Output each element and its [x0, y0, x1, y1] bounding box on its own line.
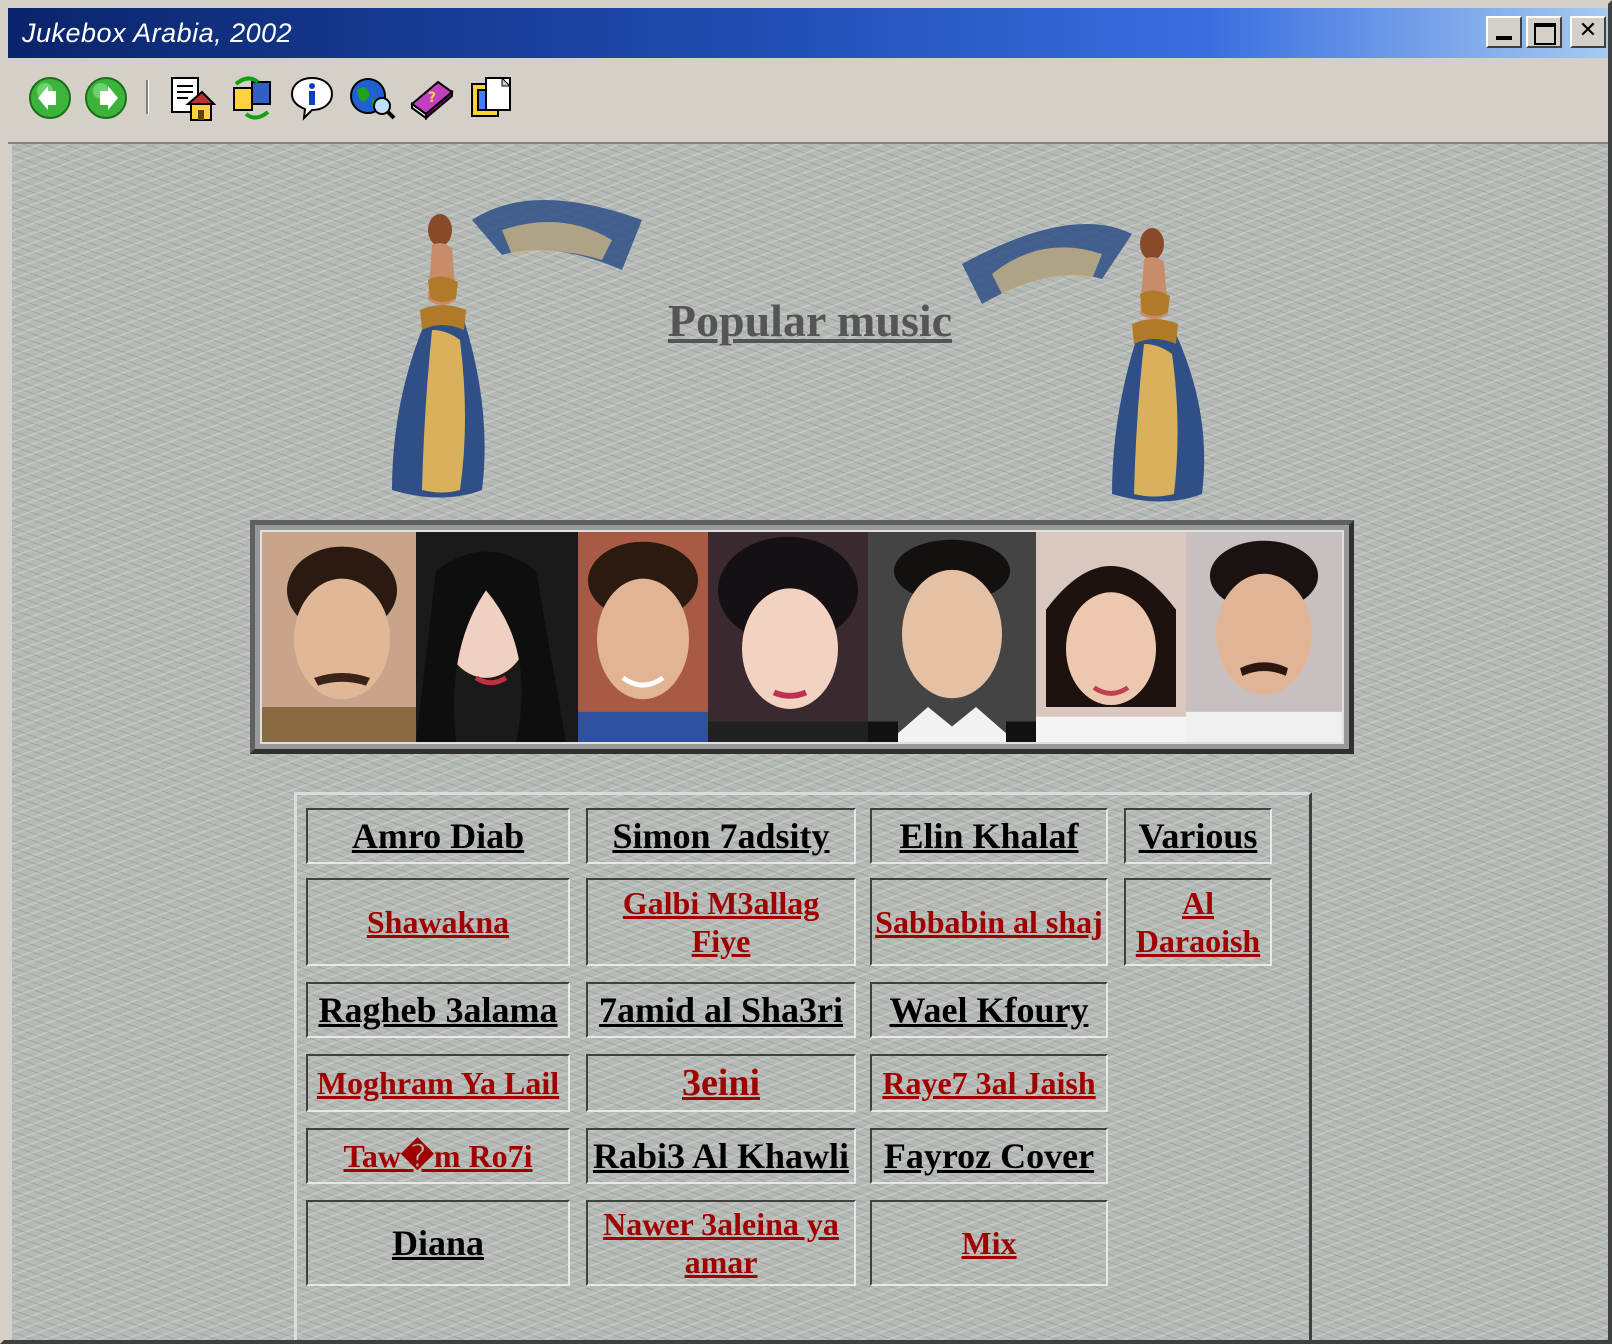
song-cell[interactable]: Mix: [870, 1200, 1108, 1286]
artist-photo-1: [262, 532, 416, 742]
song-cell[interactable]: Sabbabin al shaj: [870, 878, 1108, 966]
song-cell[interactable]: Moghram Ya Lail: [306, 1054, 570, 1112]
toolbar-separator: [146, 80, 149, 114]
song-cell[interactable]: Raye7 3al Jaish: [870, 1054, 1108, 1112]
back-arrow-icon: [29, 77, 71, 119]
artist-cell[interactable]: Wael Kfoury: [870, 982, 1108, 1038]
artist-link[interactable]: Rabi3 Al Khawli: [593, 1137, 849, 1175]
browser-window: Jukebox Arabia, 2002 ✕ ? Popular music A…: [0, 0, 1612, 1344]
song-cell[interactable]: Galbi M3allag Fiye: [586, 878, 856, 966]
artist-cell[interactable]: Rabi3 Al Khawli: [586, 1128, 856, 1184]
help-book-icon: ?: [410, 80, 454, 121]
song-cell[interactable]: Nawer 3aleina ya amar: [586, 1200, 856, 1286]
artist-link[interactable]: Fayroz Cover: [884, 1137, 1094, 1175]
back-button[interactable]: [26, 74, 74, 122]
song-link[interactable]: 3eini: [682, 1064, 760, 1102]
close-icon: ✕: [1578, 18, 1598, 43]
artist-cell[interactable]: Ragheb 3alama: [306, 982, 570, 1038]
globe-search-icon: [350, 78, 396, 120]
svg-text:?: ?: [428, 90, 436, 106]
song-link[interactable]: Taw�m Ro7i: [344, 1137, 533, 1175]
artist-link[interactable]: Simon 7adsity: [612, 817, 829, 855]
window-title: Jukebox Arabia, 2002: [22, 18, 293, 48]
forward-arrow-icon: [85, 77, 127, 119]
artist-cell[interactable]: Elin Khalaf: [870, 808, 1108, 864]
help-button[interactable]: ?: [408, 74, 456, 122]
document-frame-icon: [471, 76, 512, 117]
song-link[interactable]: Galbi M3allag Fiye: [588, 884, 854, 960]
artist-cell[interactable]: Diana: [306, 1200, 570, 1286]
artist-cell[interactable]: Simon 7adsity: [586, 808, 856, 864]
properties-button[interactable]: [468, 74, 516, 122]
artist-link[interactable]: Diana: [392, 1224, 484, 1262]
minimize-button[interactable]: [1486, 16, 1522, 48]
belly-dancer-image-right: [962, 224, 1205, 502]
song-link[interactable]: Moghram Ya Lail: [317, 1064, 559, 1102]
maximize-button[interactable]: [1526, 16, 1562, 48]
artist-cell[interactable]: Various: [1124, 808, 1272, 864]
artist-link[interactable]: 7amid al Sha3ri: [599, 991, 843, 1029]
song-link[interactable]: Al Daraoish: [1126, 884, 1270, 960]
forward-button[interactable]: [82, 74, 130, 122]
song-cell[interactable]: Shawakna: [306, 878, 570, 966]
artist-photo-6: [1036, 532, 1186, 742]
song-cell[interactable]: 3eini: [586, 1054, 856, 1112]
toolbar: ?: [8, 58, 1608, 144]
close-button[interactable]: ✕: [1570, 16, 1606, 48]
title-bar[interactable]: Jukebox Arabia, 2002 ✕: [8, 8, 1608, 58]
page-content: Popular music Amro Diab Simon 7adsity El…: [12, 144, 1608, 1340]
page-heading: Popular music: [667, 295, 953, 346]
artist-cell[interactable]: 7amid al Sha3ri: [586, 982, 856, 1038]
refresh-button[interactable]: [228, 74, 276, 122]
artist-link[interactable]: Amro Diab: [352, 817, 524, 855]
artist-cell[interactable]: Fayroz Cover: [870, 1128, 1108, 1184]
song-link[interactable]: Sabbabin al shaj: [875, 903, 1103, 941]
artist-photo-7: [1186, 532, 1342, 742]
artist-photo-5: [868, 532, 1036, 742]
song-link[interactable]: Mix: [961, 1224, 1016, 1262]
artist-link[interactable]: Various: [1139, 817, 1258, 855]
home-button[interactable]: [168, 74, 216, 122]
artist-photo-3: [578, 532, 708, 742]
song-link[interactable]: Nawer 3aleina ya amar: [588, 1205, 854, 1281]
artist-link[interactable]: Ragheb 3alama: [318, 991, 557, 1029]
artist-photo-2: [416, 532, 578, 742]
search-button[interactable]: [348, 74, 396, 122]
artist-photo-4: [708, 532, 868, 742]
song-cell[interactable]: Al Daraoish: [1124, 878, 1272, 966]
info-icon: [290, 76, 334, 121]
artists-photo-banner: [250, 520, 1354, 754]
artist-link[interactable]: Wael Kfoury: [890, 991, 1089, 1029]
song-link[interactable]: Shawakna: [367, 903, 509, 941]
info-button[interactable]: [288, 74, 336, 122]
song-link[interactable]: Raye7 3al Jaish: [882, 1064, 1095, 1102]
artist-cell[interactable]: Amro Diab: [306, 808, 570, 864]
minimize-icon: [1496, 36, 1512, 40]
refresh-exchange-icon: [233, 76, 271, 120]
artist-link[interactable]: Elin Khalaf: [899, 817, 1078, 855]
maximize-icon: [1534, 23, 1556, 45]
song-cell[interactable]: Taw�m Ro7i: [306, 1128, 570, 1184]
home-document-icon: [171, 77, 216, 121]
